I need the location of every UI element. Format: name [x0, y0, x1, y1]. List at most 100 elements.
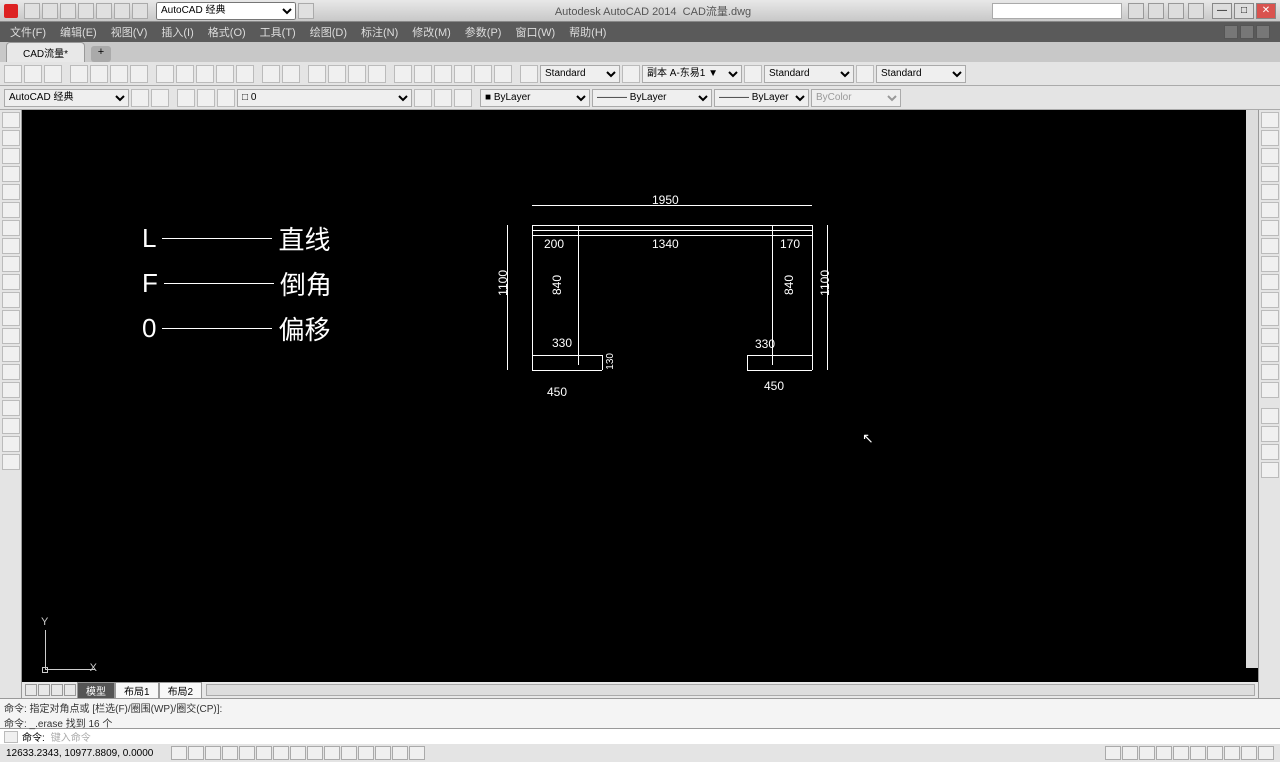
tool-pline-icon[interactable] [2, 148, 20, 164]
help-icon[interactable] [1188, 3, 1204, 19]
tool-addsel-icon[interactable] [2, 454, 20, 470]
vertical-scrollbar[interactable] [1246, 110, 1258, 668]
tb-layeriso-icon[interactable] [454, 89, 472, 107]
signin-icon[interactable] [1128, 3, 1144, 19]
doc-close-icon[interactable] [1256, 25, 1270, 39]
tool-spline-icon[interactable] [2, 256, 20, 272]
tb-plot-icon[interactable] [70, 65, 88, 83]
tab-prev-icon[interactable] [38, 684, 50, 696]
workspace-selector[interactable]: AutoCAD 经典 [156, 2, 296, 20]
tb-tablestyle-icon[interactable] [744, 65, 762, 83]
qat-plot-icon[interactable] [96, 3, 112, 19]
tb-layer-dropdown-icon[interactable] [217, 89, 235, 107]
lineweight-select[interactable]: ——— ByLayer [714, 89, 809, 107]
minimize-button[interactable]: — [1212, 3, 1232, 19]
sb-am-icon[interactable] [409, 746, 425, 760]
tool-mtext-icon[interactable] [2, 436, 20, 452]
dimstyle-select[interactable]: 副本 A-东易1 ▼ [642, 65, 742, 83]
sb-osnap-icon[interactable] [256, 746, 272, 760]
tablestyle-select[interactable]: Standard [764, 65, 854, 83]
tool-copy-icon[interactable] [1261, 130, 1279, 146]
sb-ducs-icon[interactable] [307, 746, 323, 760]
command-history[interactable]: 命令: 指定对角点或 [栏选(F)/圈围(WP)/圈交(CP)]: 命令: _.… [0, 698, 1280, 728]
tool-arc-icon[interactable] [2, 202, 20, 218]
linetype-select[interactable]: ——— ByLayer [592, 89, 712, 107]
sb-annsc-icon[interactable] [1173, 746, 1189, 760]
tool-ellipse-icon[interactable] [2, 274, 20, 290]
tb-ws-gear-icon[interactable] [131, 89, 149, 107]
tb-layerstate-icon[interactable] [197, 89, 215, 107]
tool-ellipsearc-icon[interactable] [2, 292, 20, 308]
sb-ortho-icon[interactable] [222, 746, 238, 760]
tb-zoomprev-icon[interactable] [368, 65, 386, 83]
tb-new-icon[interactable] [4, 65, 22, 83]
sb-sc-icon[interactable] [392, 746, 408, 760]
sb-iso-icon[interactable] [1241, 746, 1257, 760]
menu-file[interactable]: 文件(F) [10, 24, 46, 40]
stayconnected-icon[interactable] [1168, 3, 1184, 19]
tool-trim-icon[interactable] [1261, 274, 1279, 290]
sb-qv1-icon[interactable] [1122, 746, 1138, 760]
sb-infer-icon[interactable] [171, 746, 187, 760]
plotstyle-select[interactable]: ByColor [811, 89, 901, 107]
qat-undo-icon[interactable] [114, 3, 130, 19]
sb-grid-icon[interactable] [205, 746, 221, 760]
sb-tpy-icon[interactable] [358, 746, 374, 760]
sb-3dosnap-icon[interactable] [273, 746, 289, 760]
textstyle-select[interactable]: Standard [540, 65, 620, 83]
tb-match-icon[interactable] [216, 65, 234, 83]
sb-ws-icon[interactable] [1190, 746, 1206, 760]
close-button[interactable]: ✕ [1256, 3, 1276, 19]
tool-chamfer-icon[interactable] [1261, 346, 1279, 362]
workspace-dropdown-icon[interactable] [298, 3, 314, 19]
tool-id-icon[interactable] [1261, 462, 1279, 478]
tool-xline-icon[interactable] [2, 130, 20, 146]
sb-hw-icon[interactable] [1224, 746, 1240, 760]
menu-window[interactable]: 窗口(W) [515, 24, 555, 40]
menu-draw[interactable]: 绘图(D) [310, 24, 347, 40]
tab-layout1[interactable]: 布局1 [115, 682, 159, 699]
tool-table-icon[interactable] [2, 418, 20, 434]
sb-lwt-icon[interactable] [341, 746, 357, 760]
doc-min-icon[interactable] [1224, 25, 1238, 39]
tb-layerprop-icon[interactable] [177, 89, 195, 107]
tool-join-icon[interactable] [1261, 328, 1279, 344]
tb-zoomwin-icon[interactable] [348, 65, 366, 83]
tb-preview-icon[interactable] [90, 65, 108, 83]
cmd-close-icon[interactable] [4, 731, 18, 743]
tool-rect-icon[interactable] [2, 184, 20, 200]
tool-dist-icon[interactable] [1261, 408, 1279, 424]
tb-paste-icon[interactable] [196, 65, 214, 83]
sb-clean-icon[interactable] [1258, 746, 1274, 760]
tool-move-icon[interactable] [1261, 202, 1279, 218]
sb-qv2-icon[interactable] [1139, 746, 1155, 760]
tab-next-icon[interactable] [51, 684, 63, 696]
tool-mirror-icon[interactable] [1261, 148, 1279, 164]
tool-explode-icon[interactable] [1261, 382, 1279, 398]
tb-toolpal-icon[interactable] [434, 65, 452, 83]
tool-rotate-icon[interactable] [1261, 220, 1279, 236]
tb-cut-icon[interactable] [156, 65, 174, 83]
sb-qp-icon[interactable] [375, 746, 391, 760]
tool-point-icon[interactable] [2, 346, 20, 362]
tool-revcloud-icon[interactable] [2, 238, 20, 254]
tb-publish-icon[interactable] [110, 65, 128, 83]
tb-3ddwf-icon[interactable] [130, 65, 148, 83]
menu-help[interactable]: 帮助(H) [569, 24, 606, 40]
tool-stretch-icon[interactable] [1261, 256, 1279, 272]
command-input[interactable]: 命令: 键入命令 [0, 728, 1280, 744]
tool-array-icon[interactable] [1261, 184, 1279, 200]
tb-redo-icon[interactable] [282, 65, 300, 83]
new-tab-button[interactable]: + [91, 46, 111, 62]
qat-redo-icon[interactable] [132, 3, 148, 19]
maximize-button[interactable]: □ [1234, 3, 1254, 19]
menu-insert[interactable]: 插入(I) [161, 24, 193, 40]
tool-insert-icon[interactable] [2, 310, 20, 326]
tb-layerprev-icon[interactable] [434, 89, 452, 107]
tb-layermatch-icon[interactable] [414, 89, 432, 107]
menu-parametric[interactable]: 参数(P) [465, 24, 502, 40]
tool-erase-icon[interactable] [1261, 112, 1279, 128]
tab-model[interactable]: 模型 [77, 682, 115, 699]
layer-select[interactable]: □ 0 [237, 89, 412, 107]
menu-modify[interactable]: 修改(M) [412, 24, 451, 40]
